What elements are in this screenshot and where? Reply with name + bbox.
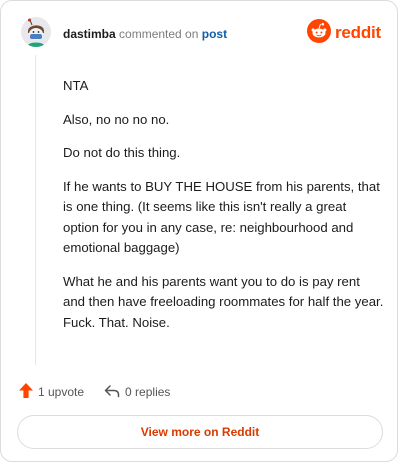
reply-count: 0 replies bbox=[125, 385, 171, 399]
author-name[interactable]: dastimba bbox=[63, 27, 116, 41]
reddit-brand[interactable]: reddit bbox=[306, 18, 381, 48]
reply-arrow-icon bbox=[104, 384, 120, 401]
comment-paragraph: NTA bbox=[63, 78, 89, 93]
reddit-logo-icon bbox=[306, 18, 331, 48]
comment-footer: 1 upvote 0 replies bbox=[19, 383, 170, 401]
comment-paragraph: Do not do this thing. bbox=[63, 145, 181, 160]
byline-action: commented on bbox=[119, 27, 199, 41]
thread-line bbox=[35, 55, 36, 365]
comment-byline: dastimba commented on post bbox=[63, 27, 227, 41]
post-link[interactable]: post bbox=[202, 27, 227, 41]
view-more-button[interactable]: View more on Reddit bbox=[17, 415, 383, 449]
comment-paragraph: If he wants to BUY THE HOUSE from his pa… bbox=[63, 178, 380, 256]
comment-embed-card: dastimba commented on post reddit NTA Al… bbox=[0, 0, 398, 462]
replies-button[interactable]: 0 replies bbox=[104, 384, 170, 401]
reddit-wordmark: reddit bbox=[334, 23, 381, 42]
comment-body: NTA Also, no no no no. Do not do this th… bbox=[63, 76, 385, 346]
comment-paragraph: What he and his parents want you to do i… bbox=[63, 273, 384, 330]
avatar[interactable] bbox=[21, 17, 51, 47]
avatar-illustration bbox=[21, 17, 51, 47]
comment-header: dastimba commented on post reddit bbox=[1, 1, 397, 61]
upvote-count: 1 upvote bbox=[38, 385, 85, 399]
comment-paragraph: Also, no no no no. bbox=[63, 111, 170, 127]
upvote-arrow-icon bbox=[19, 383, 33, 401]
upvote-button[interactable]: 1 upvote bbox=[19, 383, 84, 401]
